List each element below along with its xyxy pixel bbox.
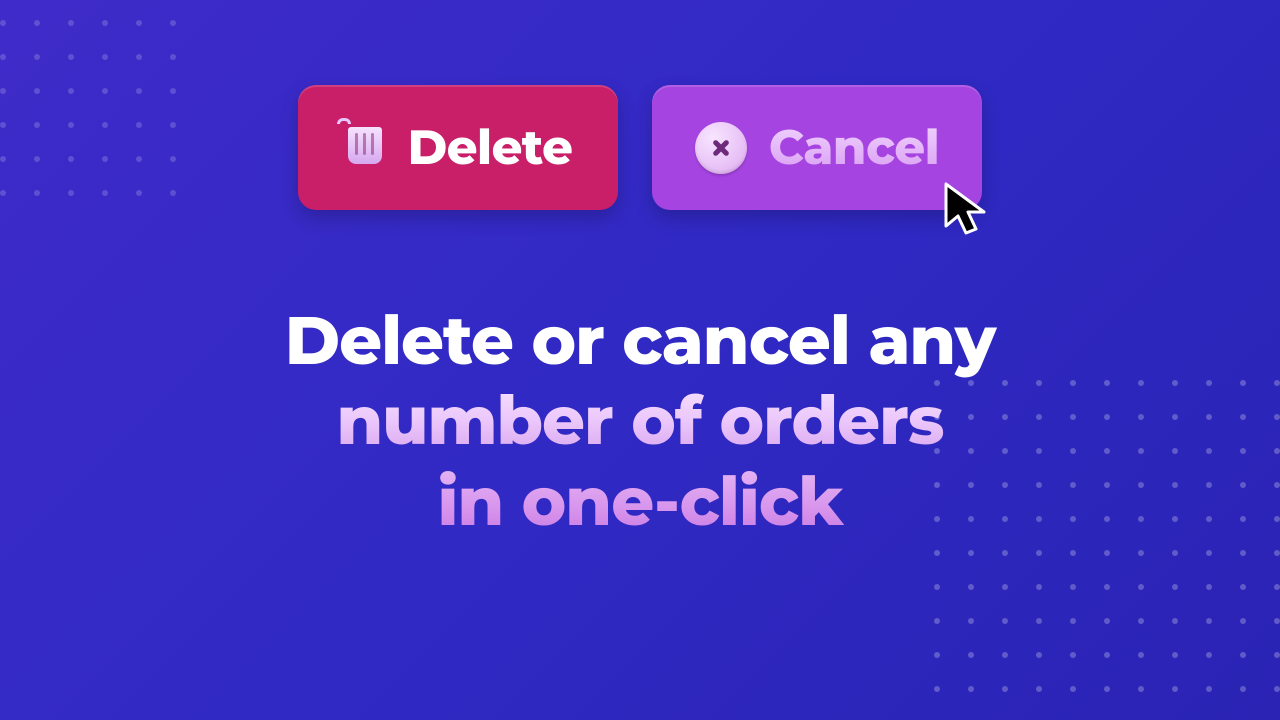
delete-button[interactable]: Delete: [298, 85, 618, 210]
cancel-button[interactable]: Cancel: [652, 85, 982, 210]
trash-icon: [344, 124, 386, 172]
close-circle-icon: [695, 122, 747, 174]
headline: Delete or cancel any number of orders in…: [0, 300, 1280, 541]
cursor-icon: [936, 178, 1000, 242]
cancel-button-label: Cancel: [769, 119, 939, 177]
delete-button-label: Delete: [408, 119, 573, 177]
headline-line-3: in one-click: [0, 461, 1280, 541]
headline-line-1: Delete or cancel any: [0, 300, 1280, 380]
headline-line-2: number of orders: [0, 380, 1280, 460]
